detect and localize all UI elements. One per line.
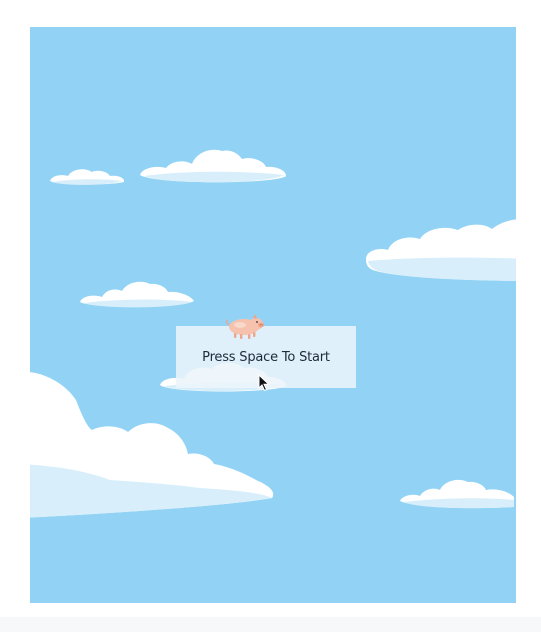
mouse-cursor-icon — [258, 373, 270, 392]
page: Press Space To Start — [0, 0, 541, 632]
start-prompt-text: Press Space To Start — [202, 349, 330, 365]
cloud-small-top-left — [48, 163, 126, 187]
cloud-medium-top — [138, 145, 288, 187]
cloud-huge-bottom-left — [30, 372, 275, 522]
bottom-strip — [0, 617, 541, 632]
cloud-large-right — [364, 217, 516, 283]
game-canvas[interactable]: Press Space To Start — [30, 27, 516, 603]
pig-icon — [224, 312, 266, 342]
cloud-small-bottom-right — [398, 475, 516, 511]
cloud-small-middle-left — [78, 277, 196, 311]
